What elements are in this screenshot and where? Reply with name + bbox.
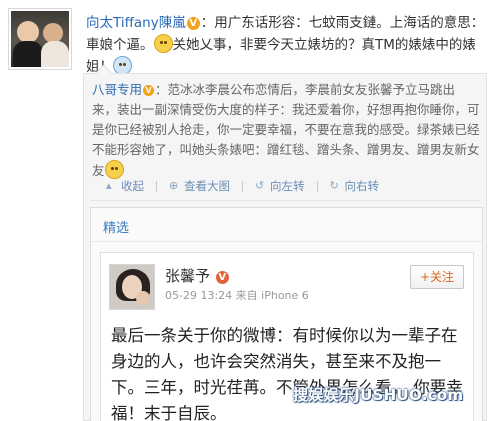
rotate-right-icon: ↻ [329,179,339,192]
rotate-left-icon: ↺ [255,179,265,192]
member-icon: V [215,271,229,284]
card-body: 最后一条关于你的微博：有时候你以为一辈子在身边的人，也许会突然消失，甚至来不及抱… [111,326,463,421]
view-large-button[interactable]: ⊕ 查看大图 [169,178,230,194]
reposted-weibo: 八哥专用 V ：范冰冰李晨公布恋情后，李晨前女友张馨予立马跳出来，装出一副深情受伤大… [83,64,487,421]
post-content: 向太Tiffany陳嵐 V ：用广东话形容：七蚊雨支鏈。上海话的意思：車娘个逼。 关她… [86,12,486,78]
verified-badge-icon: V [143,85,155,96]
follow-button[interactable]: +关注 [410,265,464,289]
collapse-button[interactable]: ▴ 收起 [106,178,144,194]
post-author-link[interactable]: 向太Tiffany陳嵐 [86,15,186,31]
author-avatar[interactable] [8,8,72,70]
repost-content: 八哥专用 V ：范冰冰李晨公布恋情后，李晨前女友张馨予立马跳出来，装出一副深情受伤大… [92,80,480,181]
rotate-left-button[interactable]: ↺ 向左转 [255,178,305,194]
zoom-icon: ⊕ [169,179,179,192]
smile-emoji-icon [104,160,124,179]
site-watermark: 搜娱娱乐JUSHUO.com [293,386,464,404]
repost-body: ：范冰冰李晨公布恋情后，李晨前女友张馨予立马跳出来，装出一副深情受伤大度的样子：… [92,82,480,178]
verified-badge-icon: V [186,17,200,30]
rotate-right-button[interactable]: ↻ 向右转 [330,178,380,194]
card-avatar[interactable] [109,264,155,310]
collapse-icon: ▴ [106,179,112,192]
media-toolbar: ▴ 收起 ⊕ 查看大图 ↺ 向左转 ↻ 向右转 [106,178,379,194]
card-timestamp: 05-29 13:24 来自 iPhone 6 [165,289,309,302]
repost-author-link[interactable]: 八哥专用 [92,82,142,97]
featured-header: 精选 [91,208,482,242]
smirk-emoji-icon [153,34,173,53]
card-author-name[interactable]: 张馨予 V [165,265,230,286]
